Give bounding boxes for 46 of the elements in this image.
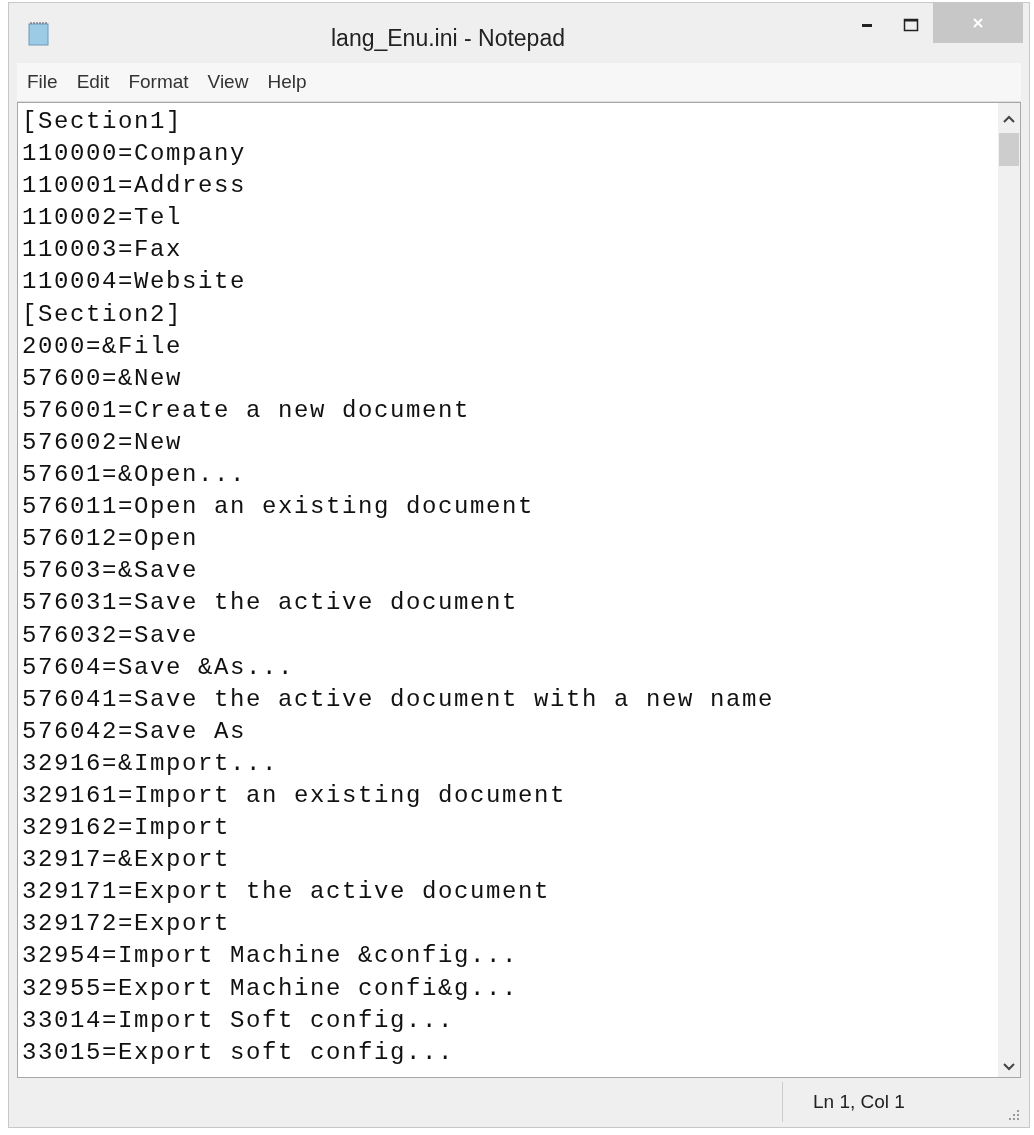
text-line: 57603=&Save	[22, 556, 200, 587]
text-line: 576001=Create a new document	[22, 395, 472, 426]
text-line: 57604=Save &As...	[22, 652, 296, 683]
text-line: 57600=&New	[22, 363, 184, 394]
text-line: 329172=Export	[22, 909, 232, 940]
menu-item[interactable]: File	[17, 71, 67, 93]
resize-grip-icon[interactable]	[1009, 1110, 1019, 1120]
text-line: [Section2]	[22, 299, 184, 330]
menu-item[interactable]: Format	[118, 71, 198, 93]
text-line: 576002=New	[22, 427, 184, 458]
text-line: 329161=Import an existing document	[22, 780, 568, 811]
text-line: 32916=&Import...	[22, 748, 280, 779]
text-line: 33015=Export soft config...	[22, 1037, 456, 1068]
menu-item[interactable]: Edit	[66, 71, 119, 93]
text-line: 576011=Open an existing document	[22, 492, 536, 523]
vertical-scrollbar[interactable]	[998, 103, 1020, 1077]
scroll-up-icon[interactable]	[1003, 115, 1015, 123]
text-line: 57601=&Open...	[22, 460, 248, 491]
window-title: lang_Enu.ini - Notepad	[330, 24, 566, 52]
text-line: 110002=Tel	[22, 203, 184, 234]
text-line: 576031=Save the active document	[22, 588, 520, 619]
close-icon	[971, 16, 985, 30]
text-line: 576032=Save	[22, 620, 200, 651]
text-line: 329162=Import	[22, 813, 232, 844]
text-line: 329171=Export the active document	[22, 877, 552, 908]
notepad-icon	[27, 21, 51, 47]
scroll-thumb[interactable]	[999, 133, 1019, 166]
text-line: 576012=Open	[22, 524, 200, 555]
minimize-icon	[862, 23, 872, 27]
text-line: 576042=Save As	[22, 716, 248, 747]
text-line: 110004=Website	[22, 267, 248, 298]
text-line: [Section1]	[22, 107, 184, 137]
menu-item[interactable]: Help	[257, 71, 316, 93]
text-line: 2000=&File	[22, 331, 184, 362]
maximize-icon	[903, 18, 919, 32]
text-line: 32954=Import Machine &config...	[22, 941, 520, 972]
text-line: 110000=Company	[22, 139, 248, 170]
cursor-position: Ln 1, Col 1	[782, 1082, 1009, 1122]
text-line: 32917=&Export	[22, 845, 232, 876]
text-line: 110003=Fax	[22, 235, 184, 266]
menu-item[interactable]: View	[197, 71, 258, 93]
scroll-down-icon[interactable]	[1003, 1063, 1015, 1071]
text-line: 33014=Import Soft config...	[22, 1005, 456, 1036]
text-line: 110001=Address	[22, 171, 248, 202]
text-line: 576041=Save the active document with a new name	[22, 684, 776, 715]
text-line: 32955=Export Machine confi&g...	[22, 973, 520, 1004]
